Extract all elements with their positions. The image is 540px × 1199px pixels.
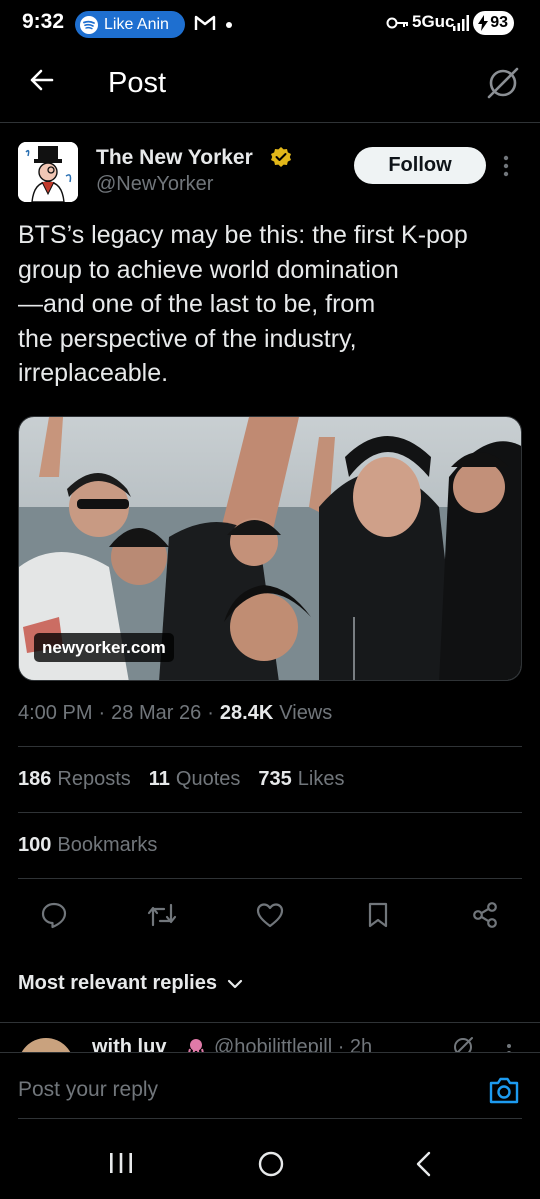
tweet-time: 4:00 PM bbox=[18, 702, 93, 724]
divider bbox=[0, 1022, 540, 1023]
camera-icon[interactable] bbox=[488, 1075, 520, 1105]
chevron-down-icon bbox=[227, 979, 243, 989]
more-options-icon[interactable] bbox=[503, 155, 509, 177]
notification-dot bbox=[226, 22, 232, 28]
back-nav-icon[interactable] bbox=[412, 1150, 436, 1178]
replies-sort-selector[interactable]: Most relevant replies bbox=[18, 972, 243, 995]
signal-icon bbox=[453, 14, 469, 32]
author-name[interactable]: The New Yorker bbox=[96, 146, 253, 170]
quotes-label: Quotes bbox=[175, 768, 241, 790]
divider bbox=[18, 812, 522, 813]
charging-icon bbox=[478, 15, 488, 31]
status-time: 9:32 bbox=[22, 10, 65, 33]
divider bbox=[18, 878, 522, 879]
verified-badge-icon[interactable] bbox=[270, 146, 292, 168]
like-icon[interactable] bbox=[254, 899, 286, 931]
media-notification-pill[interactable]: Like Anin bbox=[75, 11, 185, 38]
battery-indicator: 93 bbox=[473, 11, 514, 35]
vpn-key-icon bbox=[386, 16, 410, 30]
views-count: 28.4K bbox=[219, 702, 274, 724]
tweet-meta: 4:00 PM · 28 Mar 26 · 28.4K Views bbox=[18, 702, 332, 725]
back-arrow-icon[interactable] bbox=[28, 66, 56, 94]
reposts-label: Reposts bbox=[57, 768, 131, 790]
author-handle[interactable]: @NewYorker bbox=[96, 173, 213, 196]
battery-level: 93 bbox=[490, 14, 508, 31]
meta-separator: · bbox=[207, 702, 214, 724]
page-title: Post bbox=[108, 67, 167, 99]
media-link-domain[interactable]: newyorker.com bbox=[34, 633, 174, 662]
share-icon[interactable] bbox=[469, 899, 501, 931]
likes-stat[interactable]: 735 Likes bbox=[258, 768, 344, 791]
replies-sort-label: Most relevant replies bbox=[18, 972, 217, 994]
grok-icon[interactable] bbox=[486, 66, 520, 100]
reposts-stat[interactable]: 186 Reposts bbox=[18, 768, 131, 791]
reposts-count: 186 bbox=[18, 768, 52, 790]
bookmark-icon[interactable] bbox=[362, 899, 394, 931]
reply-icon[interactable] bbox=[38, 899, 70, 931]
media-notification-label: Like Anin bbox=[104, 15, 169, 33]
bookmarks-label: Bookmarks bbox=[57, 834, 158, 856]
meta-separator: · bbox=[98, 702, 106, 724]
home-icon[interactable] bbox=[257, 1150, 285, 1178]
recents-icon[interactable] bbox=[108, 1150, 134, 1176]
engagement-stats: 186 Reposts 11 Quotes 735 Likes bbox=[18, 768, 362, 791]
follow-button[interactable]: Follow bbox=[354, 147, 486, 184]
quotes-count: 11 bbox=[148, 768, 170, 790]
author-avatar[interactable] bbox=[18, 142, 78, 202]
header-divider bbox=[0, 122, 540, 123]
bookmarks-stat[interactable]: 100 Bookmarks bbox=[18, 834, 157, 857]
quotes-stat[interactable]: 11 Quotes bbox=[149, 768, 241, 791]
divider bbox=[18, 1118, 522, 1119]
tweet-date: 28 Mar 26 bbox=[111, 702, 202, 724]
likes-count: 735 bbox=[258, 768, 292, 790]
likes-label: Likes bbox=[297, 768, 345, 790]
views-label: Views bbox=[279, 702, 333, 724]
gmail-icon bbox=[194, 13, 216, 33]
spotify-icon bbox=[80, 15, 98, 34]
bookmarks-count: 100 bbox=[18, 834, 52, 856]
tweet-text: BTS’s legacy may be this: the first K-po… bbox=[18, 221, 468, 387]
network-type: 5Guc bbox=[412, 12, 455, 31]
repost-icon[interactable] bbox=[146, 899, 178, 931]
divider bbox=[18, 746, 522, 747]
reply-input[interactable]: Post your reply bbox=[18, 1078, 158, 1102]
